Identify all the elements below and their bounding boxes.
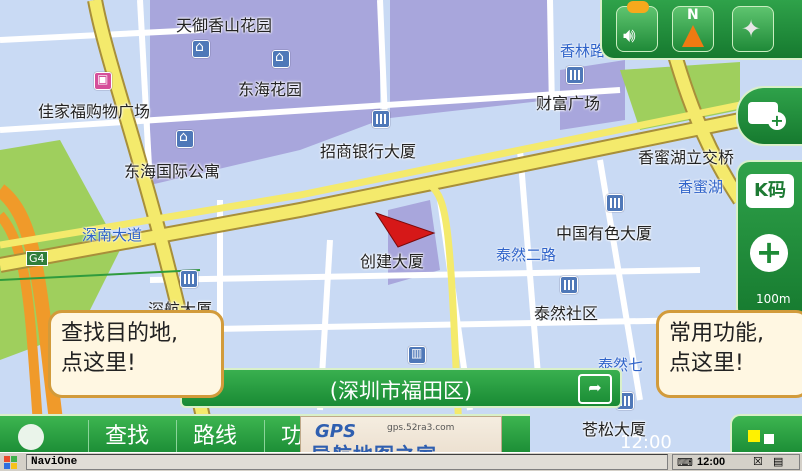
map-clock: 12:00 [620, 432, 672, 453]
compass-north-label: N [687, 7, 699, 23]
road-label: 香蜜湖 [678, 178, 724, 196]
building-icon [372, 110, 390, 128]
road-label: 深南大道 [82, 226, 143, 244]
road-label: 泰然二路 [496, 246, 557, 264]
road-label: 香林路 [560, 42, 606, 60]
poi-label[interactable]: 泰然社区 [534, 300, 598, 324]
poi-label[interactable]: 天御香山花园 [176, 12, 272, 36]
message-badge [627, 1, 649, 13]
mode-icon [764, 434, 774, 444]
poi-label[interactable]: 东海花园 [238, 76, 302, 100]
tray-clock: 12:00 [697, 456, 726, 468]
poi-label[interactable]: 财富广场 [536, 90, 600, 114]
poi-label[interactable]: 招商银行大厦 [320, 138, 416, 162]
gps-status-button[interactable]: ✦ [732, 6, 774, 52]
poi-label[interactable]: 香蜜湖立交桥 [638, 144, 734, 168]
callout-line: 查找目的地, [61, 321, 178, 346]
poi-label[interactable]: 佳家福购物广场 [38, 98, 150, 122]
keyboard-icon[interactable]: ⌨ [677, 456, 693, 469]
landmark-icon [408, 346, 426, 364]
find-hint-callout: 查找目的地, 点这里! [48, 310, 224, 398]
home-icon [192, 39, 210, 58]
callout-line: 常用功能, [669, 321, 764, 346]
sound-button[interactable] [0, 420, 60, 454]
compass-button[interactable]: N [672, 6, 714, 52]
callout-line: 点这里! [669, 351, 744, 376]
kcode-button[interactable]: K码 [746, 174, 794, 208]
windows-icon[interactable]: ▤ [773, 455, 783, 468]
system-tray: ⌨ 12:00 ☒ ▤ [672, 454, 800, 470]
home-icon [272, 49, 290, 68]
address-bar[interactable]: (深圳市福田区) ➦ [180, 368, 622, 408]
find-button[interactable]: 查找 [88, 420, 165, 454]
zoom-in-button[interactable]: + [750, 234, 788, 272]
compass-icon [682, 25, 704, 47]
sound-icon [18, 424, 44, 450]
poi-label[interactable]: 中国有色大厦 [556, 220, 652, 244]
building-icon [566, 66, 584, 84]
building-icon [560, 276, 578, 294]
taskbar-app-label: NaviOne [31, 456, 78, 468]
camera-add-button[interactable]: + [736, 86, 802, 146]
status-bar: 🔊︎ N ✦ [600, 0, 802, 60]
plus-icon: + [768, 112, 786, 130]
shop-icon [94, 72, 112, 90]
current-address: (深圳市福田区) [329, 379, 473, 403]
windows-taskbar: NaviOne ⌨ 12:00 ☒ ▤ [0, 452, 802, 471]
volume-button[interactable]: 🔊︎ [616, 1, 658, 52]
speaker-icon: 🔊︎ [623, 23, 636, 47]
home-icon [176, 129, 194, 148]
share-icon[interactable]: ➦ [578, 374, 612, 404]
map-scale-label: 100m [756, 292, 791, 306]
building-icon [180, 270, 198, 288]
taskbar-app-button[interactable]: NaviOne [26, 454, 668, 470]
callout-line: 点这里! [61, 351, 136, 376]
building-icon [606, 194, 624, 212]
route-button[interactable]: 路线 [176, 420, 253, 454]
poi-label[interactable]: 创建大厦 [360, 248, 424, 272]
watermark-url: gps.52ra3.com [387, 423, 455, 433]
start-button[interactable] [2, 454, 20, 469]
poi-label[interactable]: 东海国际公寓 [124, 158, 220, 182]
mode-icon [748, 430, 760, 442]
close-icon[interactable]: ☒ [753, 455, 763, 468]
functions-hint-callout: 常用功能, 点这里! [656, 310, 802, 398]
highway-shield: G4 [26, 251, 48, 266]
zoom-panel: K码 + 100m [736, 160, 802, 322]
gps-satellite-icon: ✦ [741, 15, 762, 43]
